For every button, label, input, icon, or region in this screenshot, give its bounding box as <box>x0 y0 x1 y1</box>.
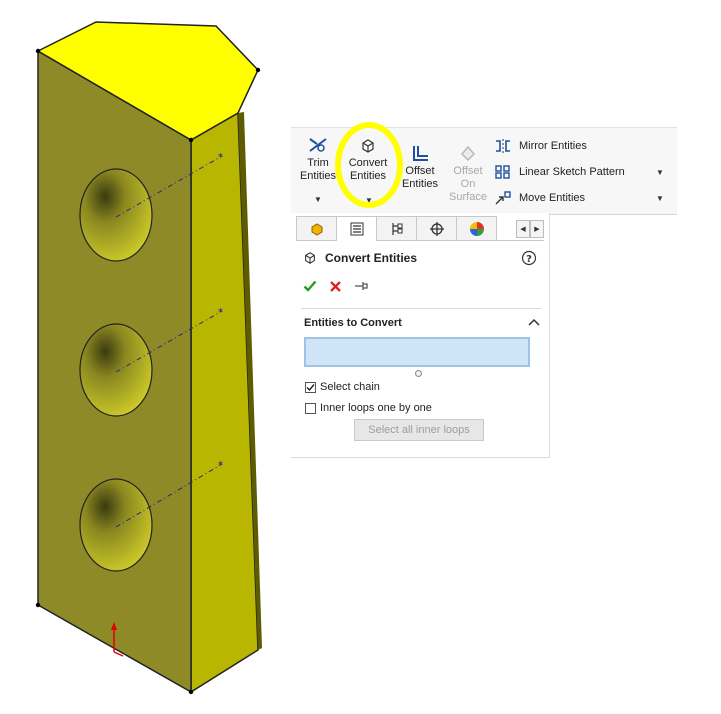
inner-loops-checkbox-box[interactable] <box>305 402 316 414</box>
property-manager-actions <box>303 279 370 293</box>
tab-scroll-buttons: ◀ ▶ <box>516 220 544 238</box>
convert-entities-icon <box>362 139 374 153</box>
inner-loops-checkbox[interactable]: Inner loops one by one <box>305 402 432 414</box>
tab-dimxpert-manager[interactable] <box>416 216 457 240</box>
linear-pattern-label: Linear Sketch Pattern <box>519 166 625 178</box>
move-icon <box>495 191 511 205</box>
trim-icon <box>309 138 327 152</box>
property-manager-panel: ◀ ▶ Convert Entities ? Entities to Conve… <box>291 213 550 458</box>
tab-scroll-right-button[interactable]: ▶ <box>530 220 544 238</box>
selection-box-resize-handle[interactable] <box>415 370 422 377</box>
part-side-face <box>190 111 259 694</box>
inner-loops-label: Inner loops one by one <box>320 402 432 414</box>
tab-configuration-manager[interactable] <box>376 216 417 240</box>
mirror-label: Mirror Entities <box>519 140 587 152</box>
mirror-icon <box>496 139 510 153</box>
tab-property-manager[interactable] <box>336 216 377 241</box>
select-chain-label: Select chain <box>320 381 380 393</box>
tab-scroll-left-button[interactable]: ◀ <box>516 220 530 238</box>
linear-sketch-pattern-button[interactable]: Linear Sketch Pattern ▼ <box>494 162 674 182</box>
move-dropdown-arrow[interactable]: ▼ <box>656 194 664 203</box>
select-all-inner-loops-button[interactable]: Select all inner loops <box>354 419 484 441</box>
tab-feature-manager[interactable] <box>296 216 337 240</box>
model-viewport[interactable]: * * * <box>0 0 290 714</box>
hole-2 <box>79 323 153 417</box>
offset-icon <box>413 146 428 161</box>
move-entities-button[interactable]: Move Entities ▼ <box>494 188 674 208</box>
select-chain-checkbox-box[interactable] <box>305 381 316 393</box>
convert-entities-icon <box>305 252 315 264</box>
linear-pattern-dropdown-arrow[interactable]: ▼ <box>656 168 664 177</box>
property-manager-icon <box>350 222 363 236</box>
svg-text:?: ? <box>526 254 532 265</box>
help-icon[interactable]: ? <box>521 250 537 266</box>
svg-text:*: * <box>218 152 223 163</box>
title-label: Convert Entities <box>325 251 418 265</box>
move-label: Move Entities <box>519 192 586 204</box>
offset-entities-button[interactable]: Offset Entities <box>397 144 443 191</box>
hole-1 <box>79 168 153 262</box>
feature-manager-icon <box>311 222 322 236</box>
linear-pattern-icon <box>495 165 510 179</box>
trim-dropdown-arrow[interactable]: ▼ <box>314 195 322 204</box>
sketch-toolbar-ribbon: Trim Entities ▼ Convert Entities ▼ Offse… <box>291 127 677 215</box>
ok-checkmark-icon[interactable] <box>303 279 317 293</box>
pushpin-icon[interactable] <box>354 280 370 292</box>
offset-label: Offset Entities <box>401 165 439 190</box>
manager-tabs: ◀ ▶ <box>296 216 544 241</box>
offset-on-surface-button[interactable]: Offset On Surface <box>446 144 490 204</box>
configuration-manager-icon <box>391 222 402 235</box>
svg-text:*: * <box>218 460 223 471</box>
svg-text:*: * <box>218 307 223 318</box>
display-manager-icon <box>469 221 484 236</box>
tab-display-manager[interactable] <box>456 216 497 240</box>
dimxpert-icon <box>429 221 444 236</box>
property-manager-title: Convert Entities <box>303 251 417 265</box>
trim-label: Trim Entities <box>299 157 337 182</box>
entities-to-convert-selection-box[interactable] <box>304 337 530 367</box>
hole-3 <box>79 478 153 572</box>
mirror-entities-button[interactable]: Mirror Entities <box>494 136 674 156</box>
convert-entities-button[interactable]: Convert Entities <box>344 138 392 183</box>
entities-to-convert-group-title: Entities to Convert <box>304 317 402 329</box>
divider <box>301 308 541 309</box>
chevron-up-icon[interactable] <box>528 318 540 326</box>
offset-surface-label: Offset On Surface <box>449 165 487 203</box>
cancel-x-icon[interactable] <box>329 280 342 293</box>
trim-entities-button[interactable]: Trim Entities <box>297 136 339 183</box>
convert-dropdown-arrow[interactable]: ▼ <box>365 196 373 205</box>
offset-surface-icon <box>460 145 476 162</box>
convert-label: Convert Entities <box>348 157 388 182</box>
select-chain-checkbox[interactable]: Select chain <box>305 381 380 393</box>
